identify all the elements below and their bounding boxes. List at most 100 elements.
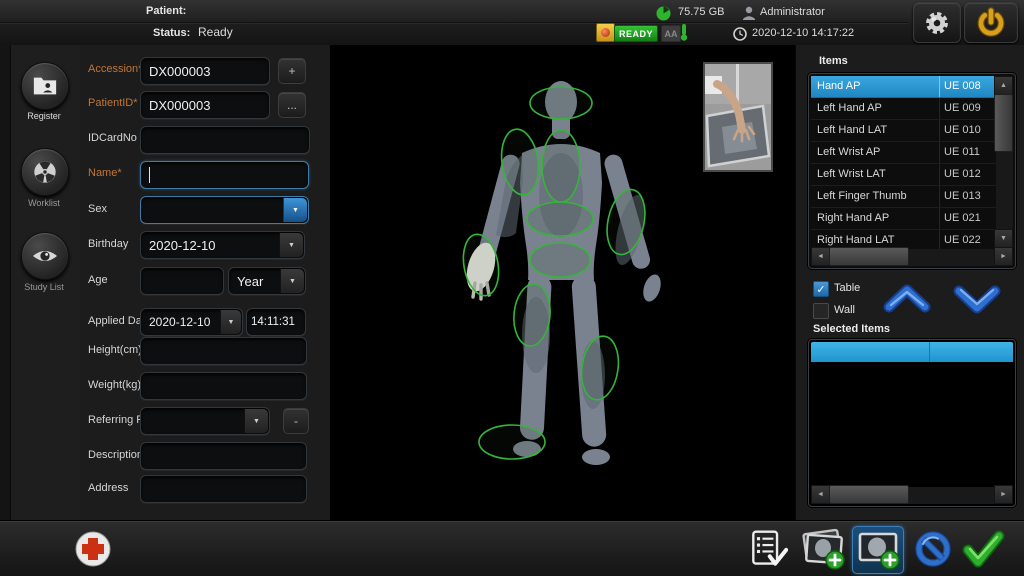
applied-date-dropdown-button[interactable]: ▼ bbox=[220, 310, 241, 334]
scroll-left-button[interactable]: ◄ bbox=[811, 485, 830, 504]
items-table: Hand APUE 008 Left Hand APUE 009 Left Ha… bbox=[808, 73, 1016, 269]
age-unit-select[interactable]: Year ▼ bbox=[228, 267, 306, 295]
scroll-right-button[interactable]: ► bbox=[994, 485, 1013, 504]
scroll-up-button[interactable]: ▲ bbox=[994, 76, 1013, 95]
applied-time-input[interactable]: 14:11:31 bbox=[246, 308, 306, 336]
referring-physician-select[interactable]: ▼ bbox=[140, 407, 270, 435]
item-code: UE 010 bbox=[939, 120, 996, 141]
sidebar-item-worklist[interactable] bbox=[21, 148, 69, 196]
description-input[interactable] bbox=[140, 442, 307, 470]
accession-input[interactable]: DX000003 bbox=[140, 57, 270, 85]
items-hscroll-thumb[interactable] bbox=[829, 247, 909, 266]
height-label: Height(cm) bbox=[88, 344, 142, 356]
tube-status-icon bbox=[596, 23, 615, 42]
positioning-image bbox=[705, 64, 771, 170]
applied-date-value: 2020-12-10 bbox=[141, 315, 210, 329]
items-title: Items bbox=[819, 55, 848, 67]
item-name: Hand AP bbox=[811, 76, 939, 97]
items-row[interactable]: Left Wrist LATUE 012 bbox=[811, 164, 996, 186]
height-input[interactable] bbox=[140, 337, 307, 365]
image-add-icon bbox=[855, 529, 901, 571]
down-arrow-icon: ▼ bbox=[1000, 235, 1007, 242]
user-name: Administrator bbox=[760, 6, 826, 18]
accession-add-button[interactable]: + bbox=[278, 58, 306, 84]
birthday-dropdown-button[interactable]: ▼ bbox=[279, 233, 303, 257]
selected-hscroll-thumb[interactable] bbox=[829, 485, 909, 504]
wall-checkbox[interactable] bbox=[813, 303, 829, 319]
bodymap-region-foot[interactable] bbox=[479, 425, 545, 459]
left-arrow-icon: ◄ bbox=[817, 491, 824, 498]
age-input[interactable] bbox=[140, 267, 224, 295]
table-checkbox[interactable]: ✓ bbox=[813, 281, 829, 297]
power-button[interactable] bbox=[964, 2, 1018, 43]
storage-pie-icon bbox=[656, 6, 671, 21]
settings-button[interactable] bbox=[913, 2, 961, 43]
sidebar-item-register[interactable] bbox=[21, 62, 69, 110]
age-unit-dropdown-button[interactable]: ▼ bbox=[280, 269, 304, 293]
address-input[interactable] bbox=[140, 475, 307, 503]
items-row[interactable]: Left Wrist APUE 011 bbox=[811, 142, 996, 164]
patient-id-input[interactable]: DX000003 bbox=[140, 91, 270, 119]
item-name: Left Wrist LAT bbox=[811, 164, 939, 185]
cancel-button[interactable] bbox=[912, 529, 954, 569]
items-panel: Items Hand APUE 008 Left Hand APUE 009 L… bbox=[795, 45, 1024, 520]
referring-remove-button[interactable]: - bbox=[283, 408, 309, 434]
radiation-icon bbox=[32, 159, 58, 185]
description-label: Description bbox=[88, 449, 143, 461]
move-up-button[interactable] bbox=[882, 283, 932, 315]
scroll-down-button[interactable]: ▼ bbox=[994, 229, 1013, 248]
left-arrow-icon: ◄ bbox=[817, 253, 824, 260]
items-row[interactable]: Right Hand APUE 021 bbox=[811, 208, 996, 230]
applied-date-select[interactable]: 2020-12-10 ▼ bbox=[140, 308, 243, 336]
patient-id-browse-button[interactable]: ... bbox=[278, 92, 306, 118]
accession-value: DX000003 bbox=[141, 64, 210, 79]
items-row[interactable]: Left Hand APUE 009 bbox=[811, 98, 996, 120]
selected-items-title: Selected Items bbox=[813, 323, 890, 335]
referring-dropdown-button[interactable]: ▼ bbox=[244, 409, 268, 433]
app-window: Patient: Status: Ready 75.75 GB Administ… bbox=[0, 0, 1024, 576]
sex-select[interactable]: ▼ bbox=[140, 196, 309, 224]
item-name: Left Wrist AP bbox=[811, 142, 939, 163]
move-down-button[interactable] bbox=[952, 283, 1002, 315]
patient-id-label: PatientID* bbox=[88, 97, 138, 109]
bodymap-region-pelvis[interactable] bbox=[530, 243, 590, 277]
scroll-left-button[interactable]: ◄ bbox=[811, 247, 830, 266]
up-arrow-icon: ▲ bbox=[1000, 82, 1007, 89]
items-row[interactable]: Left Finger ThumbUE 013 bbox=[811, 186, 996, 208]
emergency-patient-button[interactable] bbox=[74, 530, 112, 568]
birthday-value: 2020-12-10 bbox=[141, 238, 216, 253]
prohibit-icon bbox=[914, 530, 952, 568]
scroll-right-button[interactable]: ► bbox=[994, 247, 1013, 266]
bodymap-region-chest[interactable] bbox=[542, 130, 580, 202]
ready-badge: READY bbox=[614, 25, 658, 42]
positioning-thumbnail[interactable] bbox=[703, 62, 773, 172]
sidebar-item-study-list[interactable] bbox=[21, 232, 69, 280]
user-icon bbox=[742, 6, 756, 20]
id-card-input[interactable] bbox=[140, 126, 310, 154]
sex-dropdown-button[interactable]: ▼ bbox=[283, 198, 307, 222]
birthday-select[interactable]: 2020-12-10 ▼ bbox=[140, 231, 305, 259]
item-name: Left Finger Thumb bbox=[811, 186, 939, 207]
green-check-icon bbox=[961, 528, 1005, 570]
plus-icon: + bbox=[288, 64, 295, 78]
ellipsis-icon: ... bbox=[287, 98, 297, 112]
name-label: Name* bbox=[88, 167, 122, 179]
items-row[interactable]: Hand APUE 008 bbox=[811, 76, 996, 98]
bodymap-region-abdomen[interactable] bbox=[527, 202, 593, 236]
weight-input[interactable] bbox=[140, 372, 307, 400]
add-all-images-button[interactable] bbox=[798, 527, 848, 571]
items-vscroll-thumb[interactable] bbox=[994, 94, 1013, 152]
storage-value: 75.75 GB bbox=[678, 6, 724, 18]
exam-list-button[interactable] bbox=[744, 527, 790, 571]
patient-form: Accession* DX000003 + PatientID* DX00000… bbox=[80, 45, 330, 520]
power-icon bbox=[974, 6, 1008, 40]
add-image-button[interactable] bbox=[852, 526, 904, 574]
confirm-button[interactable] bbox=[960, 527, 1006, 571]
name-input[interactable] bbox=[140, 161, 309, 189]
sidebar-label-study-list: Study List bbox=[0, 282, 88, 292]
red-cross-icon bbox=[74, 530, 112, 568]
selected-items-table: ◄ ► bbox=[808, 339, 1016, 507]
items-row[interactable]: Left Hand LATUE 010 bbox=[811, 120, 996, 142]
item-code: UE 021 bbox=[939, 208, 996, 229]
bodymap-region-head[interactable] bbox=[530, 87, 592, 119]
